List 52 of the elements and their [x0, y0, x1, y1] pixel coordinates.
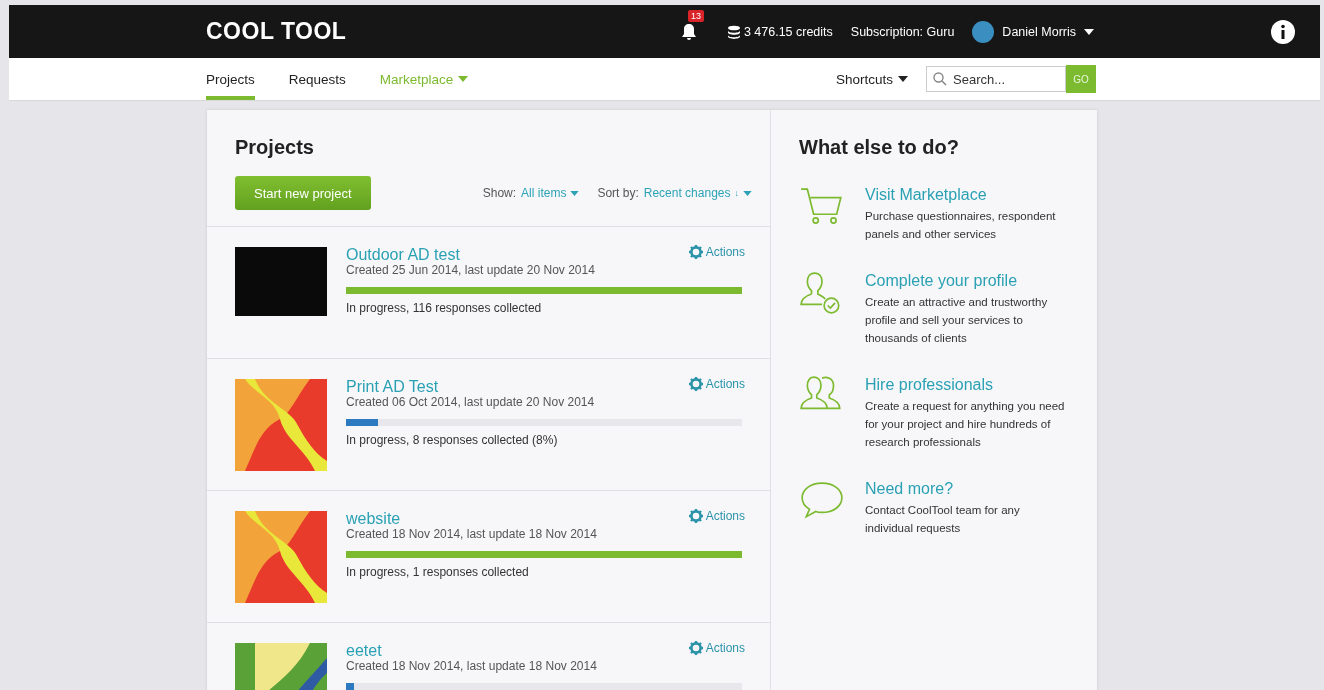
caret-icon[interactable] — [1084, 28, 1094, 35]
search-icon[interactable] — [933, 72, 947, 86]
credits-text: 3 476.15 credits — [743, 24, 833, 39]
project-dates: Created 18 Nov 2014, last update 18 Nov 2014 — [346, 659, 598, 673]
projects-heading: Projects — [235, 136, 315, 159]
subscription-text: Subscription: Guru — [850, 24, 955, 39]
project-title[interactable]: Outdoor AD test — [346, 246, 460, 264]
coins-icon — [726, 24, 741, 39]
sort-dropdown[interactable]: Recent changes ↓ — [643, 186, 752, 200]
caret-icon[interactable] — [898, 76, 908, 82]
go-button[interactable]: GO — [1066, 65, 1096, 93]
project-dates: Created 18 Nov 2014, last update 18 Nov 2014 — [346, 527, 598, 541]
sidebar-description: Create a request for anything you need for your project and hire hundreds of research professionals — [865, 399, 1066, 450]
start-project-button[interactable]: Start new project — [235, 176, 371, 210]
sidebar-link[interactable]: Complete your profile — [865, 272, 1018, 289]
sidebar-heading: What else to do? — [799, 136, 960, 159]
notification-badge: 13 — [687, 9, 704, 22]
project-title[interactable]: eetet — [346, 642, 382, 660]
user-name[interactable]: Daniel Morris — [1002, 24, 1076, 39]
actions-menu[interactable]: Actions — [688, 245, 745, 259]
project-title[interactable]: website — [346, 510, 401, 528]
sidebar-link[interactable]: Visit Marketplace — [865, 186, 987, 203]
gear-icon[interactable] — [688, 509, 703, 523]
nav-tab[interactable]: Marketplace — [379, 58, 469, 100]
project-status: In progress, 1 responses collected — [346, 565, 530, 579]
avatar[interactable] — [972, 20, 995, 43]
gear-icon[interactable] — [688, 245, 703, 259]
project-status: In progress, 116 responses collected — [346, 301, 543, 315]
project-dates: Created 25 Jun 2014, last update 20 Nov 2014 — [346, 263, 596, 277]
sidebar-link[interactable]: Need more? — [865, 480, 954, 497]
show-label: Show: — [482, 186, 517, 200]
actions-menu[interactable]: Actions — [688, 377, 745, 391]
info-icon[interactable] — [1270, 19, 1296, 45]
project-status: In progress, 8 responses collected (8%) — [346, 433, 559, 447]
logo[interactable]: COOL TOOL — [206, 18, 347, 45]
nav-tab[interactable]: Requests — [288, 58, 346, 100]
sidebar-description: Contact CoolTool team for any individual requests — [865, 503, 1021, 536]
nav-tab[interactable]: Projects — [206, 58, 255, 100]
actions-menu[interactable]: Actions — [688, 509, 745, 523]
project-dates: Created 06 Oct 2014, last update 20 Nov 2014 — [346, 395, 596, 409]
sidebar-link[interactable]: Hire professionals — [865, 376, 994, 393]
sidebar-description: Create an attractive and trustworthy profile and sell your services to thousands of clients — [865, 295, 1049, 346]
bell-icon[interactable] — [680, 22, 697, 41]
gear-icon[interactable] — [688, 377, 703, 391]
show-dropdown[interactable]: All items — [521, 186, 580, 200]
project-title[interactable]: Print AD Test — [346, 378, 439, 396]
shortcuts-menu[interactable]: Shortcuts — [835, 71, 908, 87]
actions-menu[interactable]: Actions — [688, 641, 745, 655]
gear-icon[interactable] — [688, 641, 703, 655]
search-field[interactable]: Search... — [926, 66, 1066, 92]
sort-label: Sort by: — [597, 186, 639, 200]
sidebar-description: Purchase questionnaires, respondent panels and other services — [865, 209, 1057, 242]
